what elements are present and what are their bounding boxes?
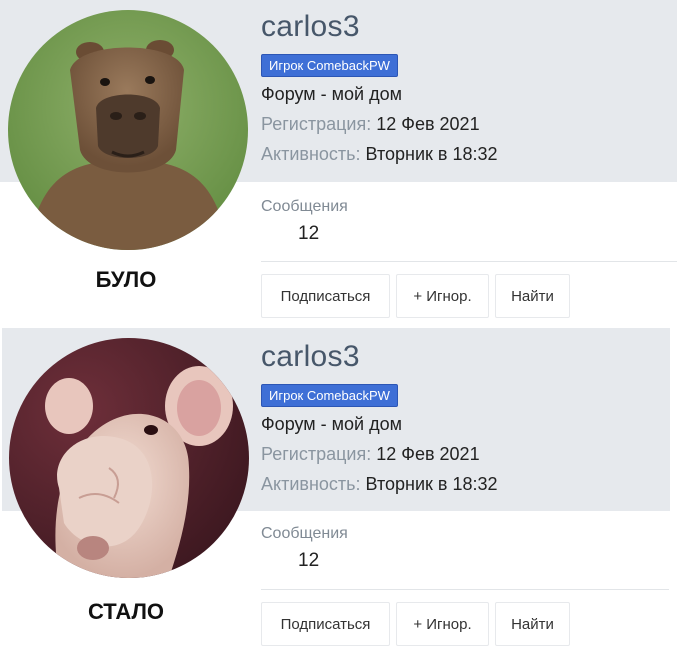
- registration-label: Регистрация:: [261, 444, 372, 464]
- avatar[interactable]: [8, 10, 248, 250]
- activity-value: Вторник в 18:32: [365, 144, 498, 164]
- activity-value: Вторник в 18:32: [365, 474, 498, 494]
- user-title-badge: Игрок ComebackPW: [261, 384, 398, 407]
- profile-actions: Подписаться + Игнор. Найти: [261, 274, 570, 318]
- capybara-photo-icon: [8, 10, 248, 250]
- activity-label: Активность:: [261, 144, 361, 164]
- activity-row: Активность: Вторник в 18:32: [261, 139, 498, 169]
- registration-row: Регистрация: 12 Фев 2021: [261, 439, 498, 469]
- subscribe-button[interactable]: Подписаться: [261, 602, 390, 646]
- divider: [261, 261, 677, 262]
- user-title-badge: Игрок ComebackPW: [261, 54, 398, 77]
- username[interactable]: carlos3: [261, 338, 498, 376]
- messages-count[interactable]: 12: [298, 550, 348, 572]
- subscribe-button[interactable]: Подписаться: [261, 274, 390, 318]
- registration-value: 12 Фев 2021: [376, 444, 480, 464]
- avatar[interactable]: [9, 338, 249, 578]
- activity-label: Активность:: [261, 474, 361, 494]
- profile-card-before: БУЛО carlos3 Игрок ComebackPW Форум - мо…: [0, 0, 677, 325]
- profile-actions: Подписаться + Игнор. Найти: [261, 602, 570, 646]
- user-status: Форум - мой дом: [261, 414, 403, 434]
- activity-row: Активность: Вторник в 18:32: [261, 469, 498, 499]
- ignore-button[interactable]: + Игнор.: [396, 602, 489, 646]
- username[interactable]: carlos3: [261, 8, 498, 46]
- ignore-button[interactable]: + Игнор.: [396, 274, 489, 318]
- hairless-rat-photo-icon: [9, 338, 249, 578]
- messages-label: Сообщения: [261, 198, 348, 215]
- messages-count[interactable]: 12: [298, 223, 348, 245]
- find-button[interactable]: Найти: [495, 274, 570, 318]
- messages-label: Сообщения: [261, 525, 348, 542]
- avatar-caption: СТАЛО: [87, 599, 165, 624]
- profile-info: carlos3 Игрок ComebackPW Форум - мой дом…: [261, 8, 498, 169]
- find-button[interactable]: Найти: [495, 602, 570, 646]
- registration-row: Регистрация: 12 Фев 2021: [261, 109, 498, 139]
- divider: [261, 589, 669, 590]
- profile-card-after: СТАЛО carlos3 Игрок ComebackPW Форум - м…: [0, 328, 677, 653]
- user-status: Форум - мой дом: [261, 84, 403, 104]
- registration-label: Регистрация:: [261, 114, 372, 134]
- registration-value: 12 Фев 2021: [376, 114, 480, 134]
- profile-info: carlos3 Игрок ComebackPW Форум - мой дом…: [261, 338, 498, 499]
- messages-stat[interactable]: Сообщения 12: [261, 524, 348, 572]
- messages-stat[interactable]: Сообщения 12: [261, 197, 348, 245]
- avatar-caption: БУЛО: [95, 267, 157, 292]
